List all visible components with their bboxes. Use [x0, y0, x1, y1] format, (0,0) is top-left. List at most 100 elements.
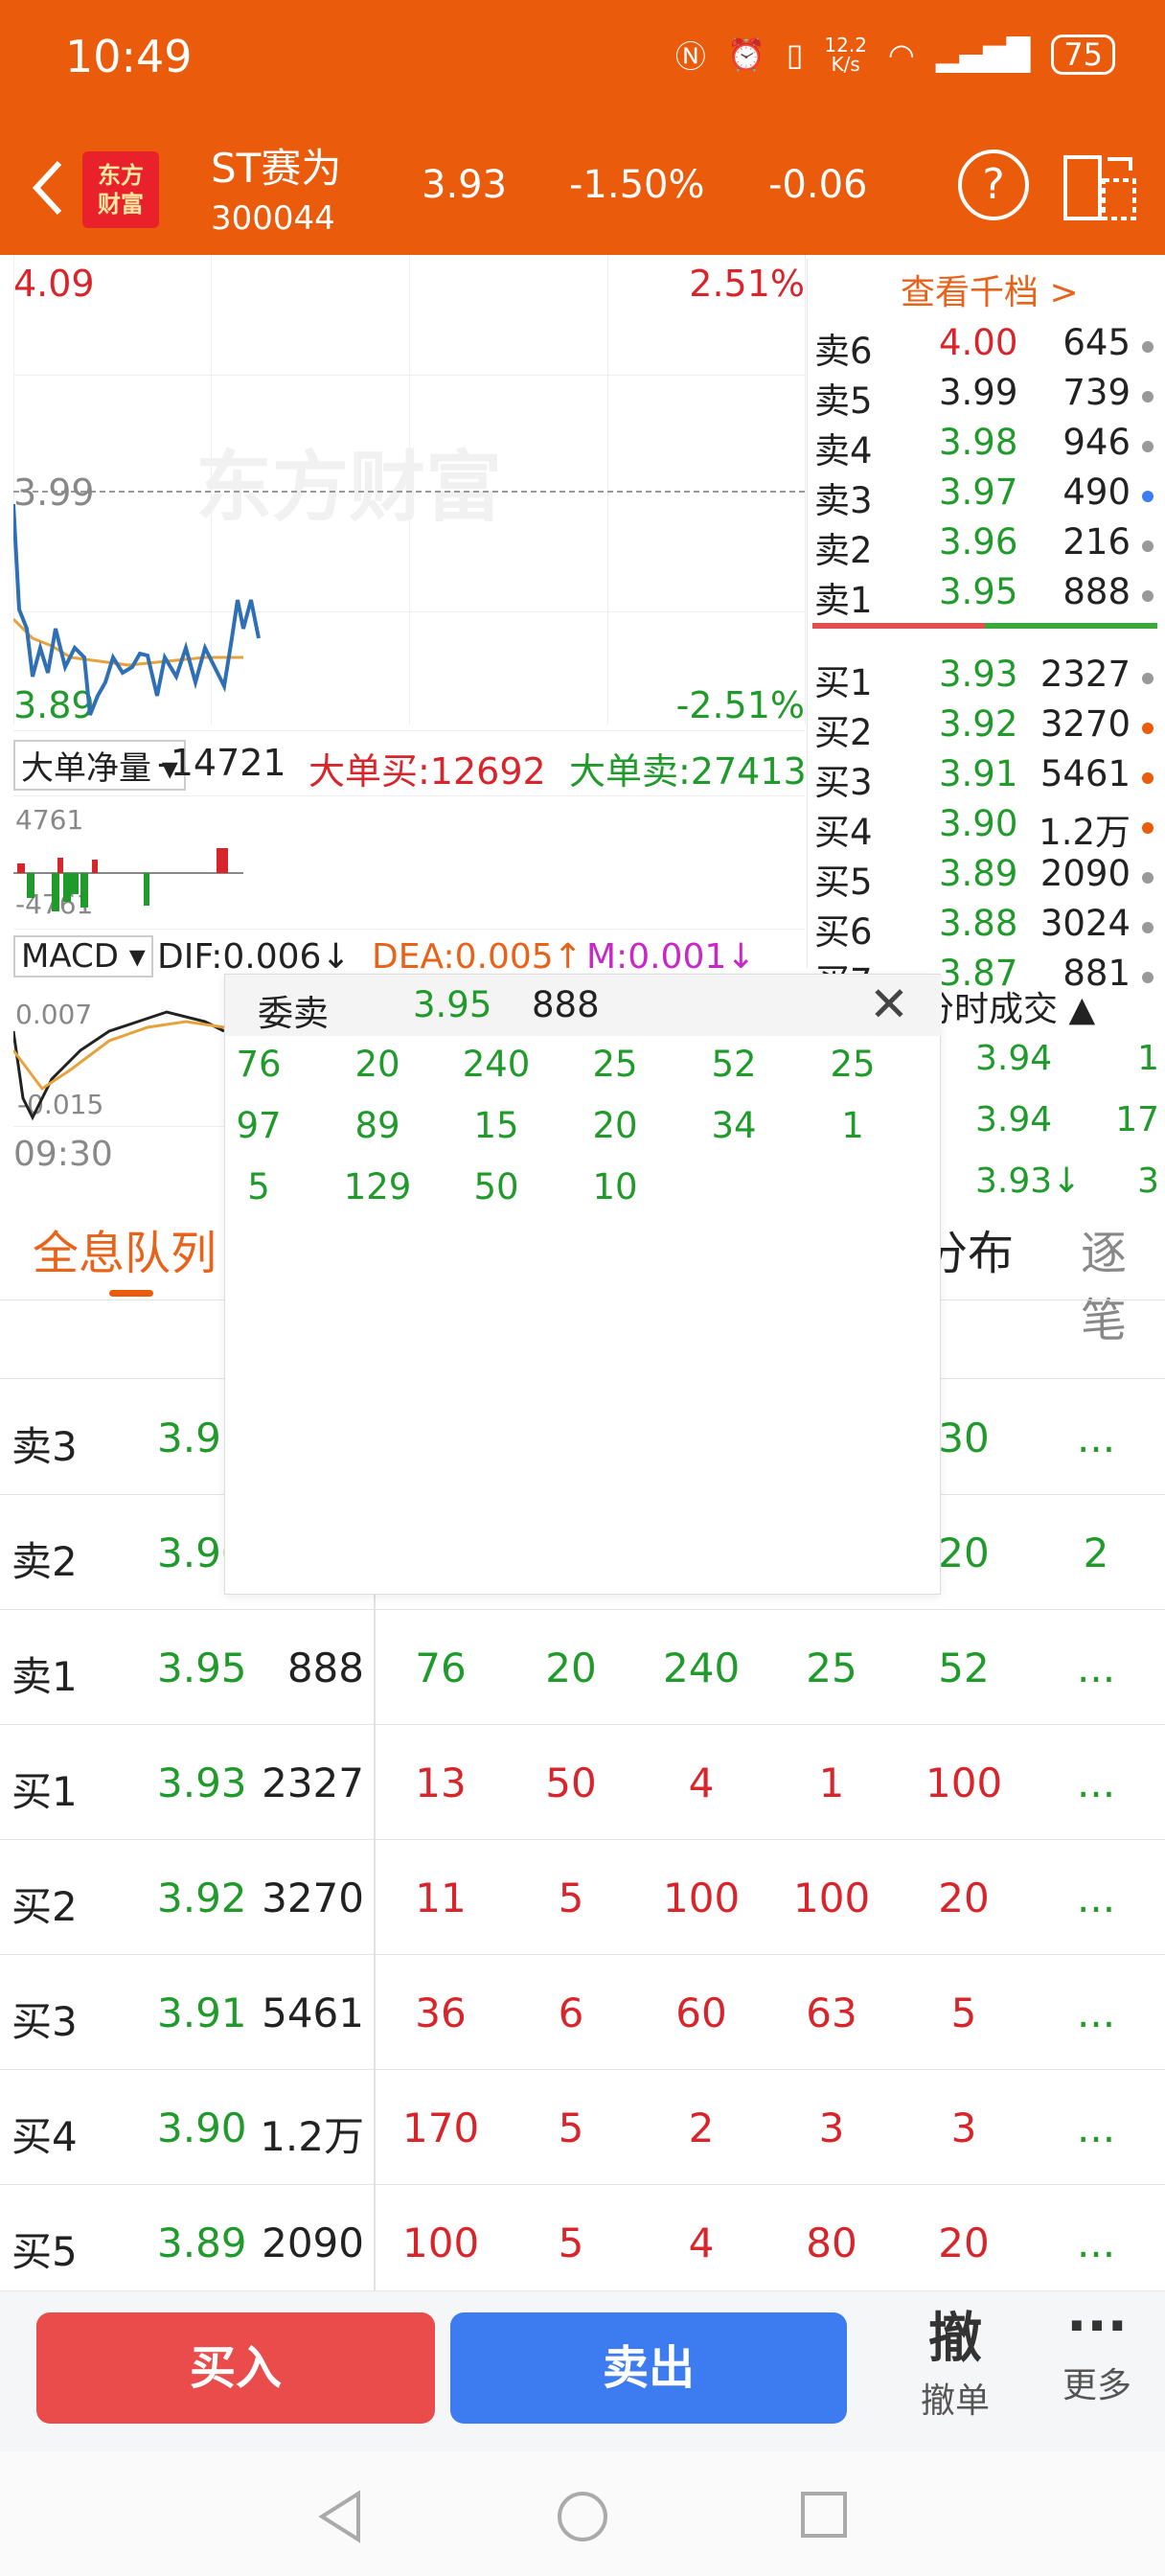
sell-level-row[interactable]: 卖1 3.95 888 — [814, 571, 1159, 621]
vibrate-icon: ▯ — [786, 36, 804, 73]
table-row[interactable]: 买4 3.90 1.2万 170 5 2 3 3... — [0, 2070, 1165, 2185]
row-more[interactable]: ... — [1077, 2104, 1115, 2151]
buy-level-price: 3.89 — [939, 853, 1018, 894]
tab-full-queue[interactable]: 全息队列 — [33, 1215, 217, 1282]
row-label: 买4 — [11, 2113, 78, 2160]
buy-level-row[interactable]: 买4 3.90 1.2万 — [814, 803, 1159, 853]
table-row[interactable]: 买3 3.91 5461 36 6 60 63 5... — [0, 1955, 1165, 2070]
more-label: 更多 — [1062, 2366, 1131, 2405]
macd-select[interactable]: MACD ▾ — [13, 935, 153, 978]
buy-level-row[interactable]: 买2 3.92 3270 — [814, 703, 1159, 753]
divider — [807, 259, 808, 968]
sell-level-label: 卖6 — [814, 331, 873, 372]
view-depth-link[interactable]: 查看千档 > — [901, 264, 1079, 314]
table-row[interactable]: 买5 3.89 2090 100 5 4 80 20... — [0, 2185, 1165, 2300]
alarm-icon: ⏰ — [726, 36, 765, 73]
buy-level-price: 3.88 — [939, 903, 1018, 944]
row-more[interactable]: ... — [1077, 1990, 1115, 2036]
sell-level-dot-icon — [1142, 391, 1154, 402]
bottom-bar: 买入 卖出 撤 撤单 ··· 更多 — [0, 2290, 1165, 2451]
queue-cell: 3 — [950, 2104, 977, 2151]
buy-level-label: 买5 — [814, 862, 873, 903]
row-volume: 3270 — [262, 1874, 364, 1921]
row-more[interactable]: ... — [1077, 1760, 1115, 1806]
nav-recents-icon[interactable] — [799, 2490, 849, 2540]
tab-tick[interactable]: 逐笔 — [1081, 1215, 1165, 1349]
sell-level-row[interactable]: 卖2 3.96 216 — [814, 521, 1159, 571]
row-more[interactable]: ... — [1077, 1644, 1115, 1691]
net-speed: 12.2 K/s — [824, 34, 867, 76]
sell-level-dot-icon — [1142, 590, 1154, 602]
row-more[interactable]: ... — [1077, 1414, 1115, 1461]
macd-select-label: MACD — [21, 937, 119, 976]
queue-cell: 52 — [938, 1644, 990, 1691]
cancel-order-button[interactable]: 撤 撤单 — [893, 2295, 1017, 2423]
queue-cell: 5 — [950, 1990, 977, 2036]
buy-button[interactable]: 买入 — [36, 2312, 435, 2424]
queue-cell: 20 — [938, 1874, 990, 1921]
time-start: 09:30 — [13, 1135, 113, 1174]
nav-back-icon[interactable] — [316, 2490, 364, 2543]
bid-ask-bar-red — [812, 623, 985, 629]
landscape-icon[interactable] — [1062, 151, 1138, 224]
stock-price: 3.93 — [422, 163, 508, 207]
popup-cell: 76 — [236, 1044, 282, 1085]
nav-home-icon[interactable] — [556, 2490, 609, 2543]
buy-level-volume: 3270 — [1039, 703, 1131, 745]
nfc-icon: Ⓝ — [674, 38, 706, 75]
table-row[interactable]: 买1 3.93 2327 13 50 4 1 100... — [0, 1725, 1165, 1840]
row-more[interactable]: ... — [1077, 2220, 1115, 2266]
buy-level-row[interactable]: 买5 3.89 2090 — [814, 853, 1159, 903]
buy-level-volume: 5461 — [1039, 753, 1131, 794]
queue-cell: 100 — [925, 1760, 1003, 1806]
trades-title[interactable]: 分时成交 ▲ — [920, 981, 1095, 1031]
sell-level-row[interactable]: 卖5 3.99 739 — [814, 372, 1159, 422]
buy-level-row[interactable]: 买3 3.91 5461 — [814, 753, 1159, 803]
buy-level-price: 3.91 — [939, 753, 1018, 794]
popup-cell: 240 — [462, 1044, 531, 1085]
queue-cell: 4 — [688, 1760, 715, 1806]
intraday-chart[interactable]: 东方财富 4.09 2.51% 3.99 3.89 -2.51% — [13, 255, 806, 734]
row-label: 买3 — [11, 1998, 78, 2045]
sell-level-volume: 946 — [1062, 422, 1131, 463]
popup-title: 委卖 — [258, 993, 329, 1034]
buy-level-label: 买4 — [814, 812, 873, 853]
sell-level-row[interactable]: 卖3 3.97 490 — [814, 472, 1159, 521]
table-row[interactable]: 买2 3.92 3270 11 5 100 100 20... — [0, 1840, 1165, 1955]
stock-header: 东方 财富 ST赛为 300044 3.93 -1.50% -0.06 ? — [0, 125, 1165, 255]
row-label: 卖2 — [11, 1538, 78, 1585]
help-icon[interactable]: ? — [958, 150, 1029, 220]
close-icon[interactable]: ✕ — [869, 977, 909, 1032]
flow-chart: 4761 -4761 — [13, 795, 805, 930]
sell-level-label: 卖1 — [814, 580, 873, 621]
stock-name[interactable]: ST赛为 — [211, 136, 341, 195]
macd-m: M:0.001↓ — [586, 937, 756, 977]
sell-level-volume: 888 — [1062, 571, 1131, 612]
sell-level-price: 3.95 — [939, 571, 1018, 612]
row-more[interactable]: 2 — [1077, 1530, 1115, 1576]
queue-cell: 20 — [545, 1644, 597, 1691]
queue-cell: 2 — [688, 2104, 715, 2151]
popup-cell: 5 — [247, 1166, 270, 1208]
sell-level-price: 3.99 — [939, 372, 1018, 413]
row-label: 卖3 — [11, 1423, 78, 1470]
queue-popup[interactable]: 委卖 3.95 888 ✕ 76 20 240 25 52 25 97 89 15 20 34 1 5 1… — [224, 974, 942, 1595]
queue-cell: 11 — [415, 1874, 467, 1921]
sell-level-price: 3.96 — [939, 521, 1018, 563]
row-more[interactable]: ... — [1077, 1874, 1115, 1921]
buy-level-row[interactable]: 买6 3.88 3024 — [814, 903, 1159, 953]
big-buy: 大单买:12692 — [308, 750, 546, 793]
popup-cell: 34 — [711, 1105, 757, 1146]
macd-dea: DEA:0.005↑ — [372, 937, 582, 977]
row-label: 买2 — [11, 1883, 78, 1930]
table-row[interactable]: 卖1 3.95 888 76 20 240 25 52... — [0, 1610, 1165, 1725]
sell-level-row[interactable]: 卖4 3.98 946 — [814, 422, 1159, 472]
sell-button[interactable]: 卖出 — [450, 2312, 847, 2424]
back-icon[interactable] — [21, 150, 79, 226]
status-bar: 10:49 Ⓝ ⏰ ▯ 12.2 K/s ◠ ▂▄▆█ 75 — [0, 0, 1165, 125]
sell-level-row[interactable]: 卖6 4.00 645 — [814, 322, 1159, 372]
popup-cell: 25 — [830, 1044, 876, 1085]
buy-level-row[interactable]: 买1 3.93 2327 — [814, 654, 1159, 703]
trade-price: 3.94 — [975, 1100, 1053, 1139]
more-button[interactable]: ··· 更多 — [1035, 2295, 1159, 2407]
